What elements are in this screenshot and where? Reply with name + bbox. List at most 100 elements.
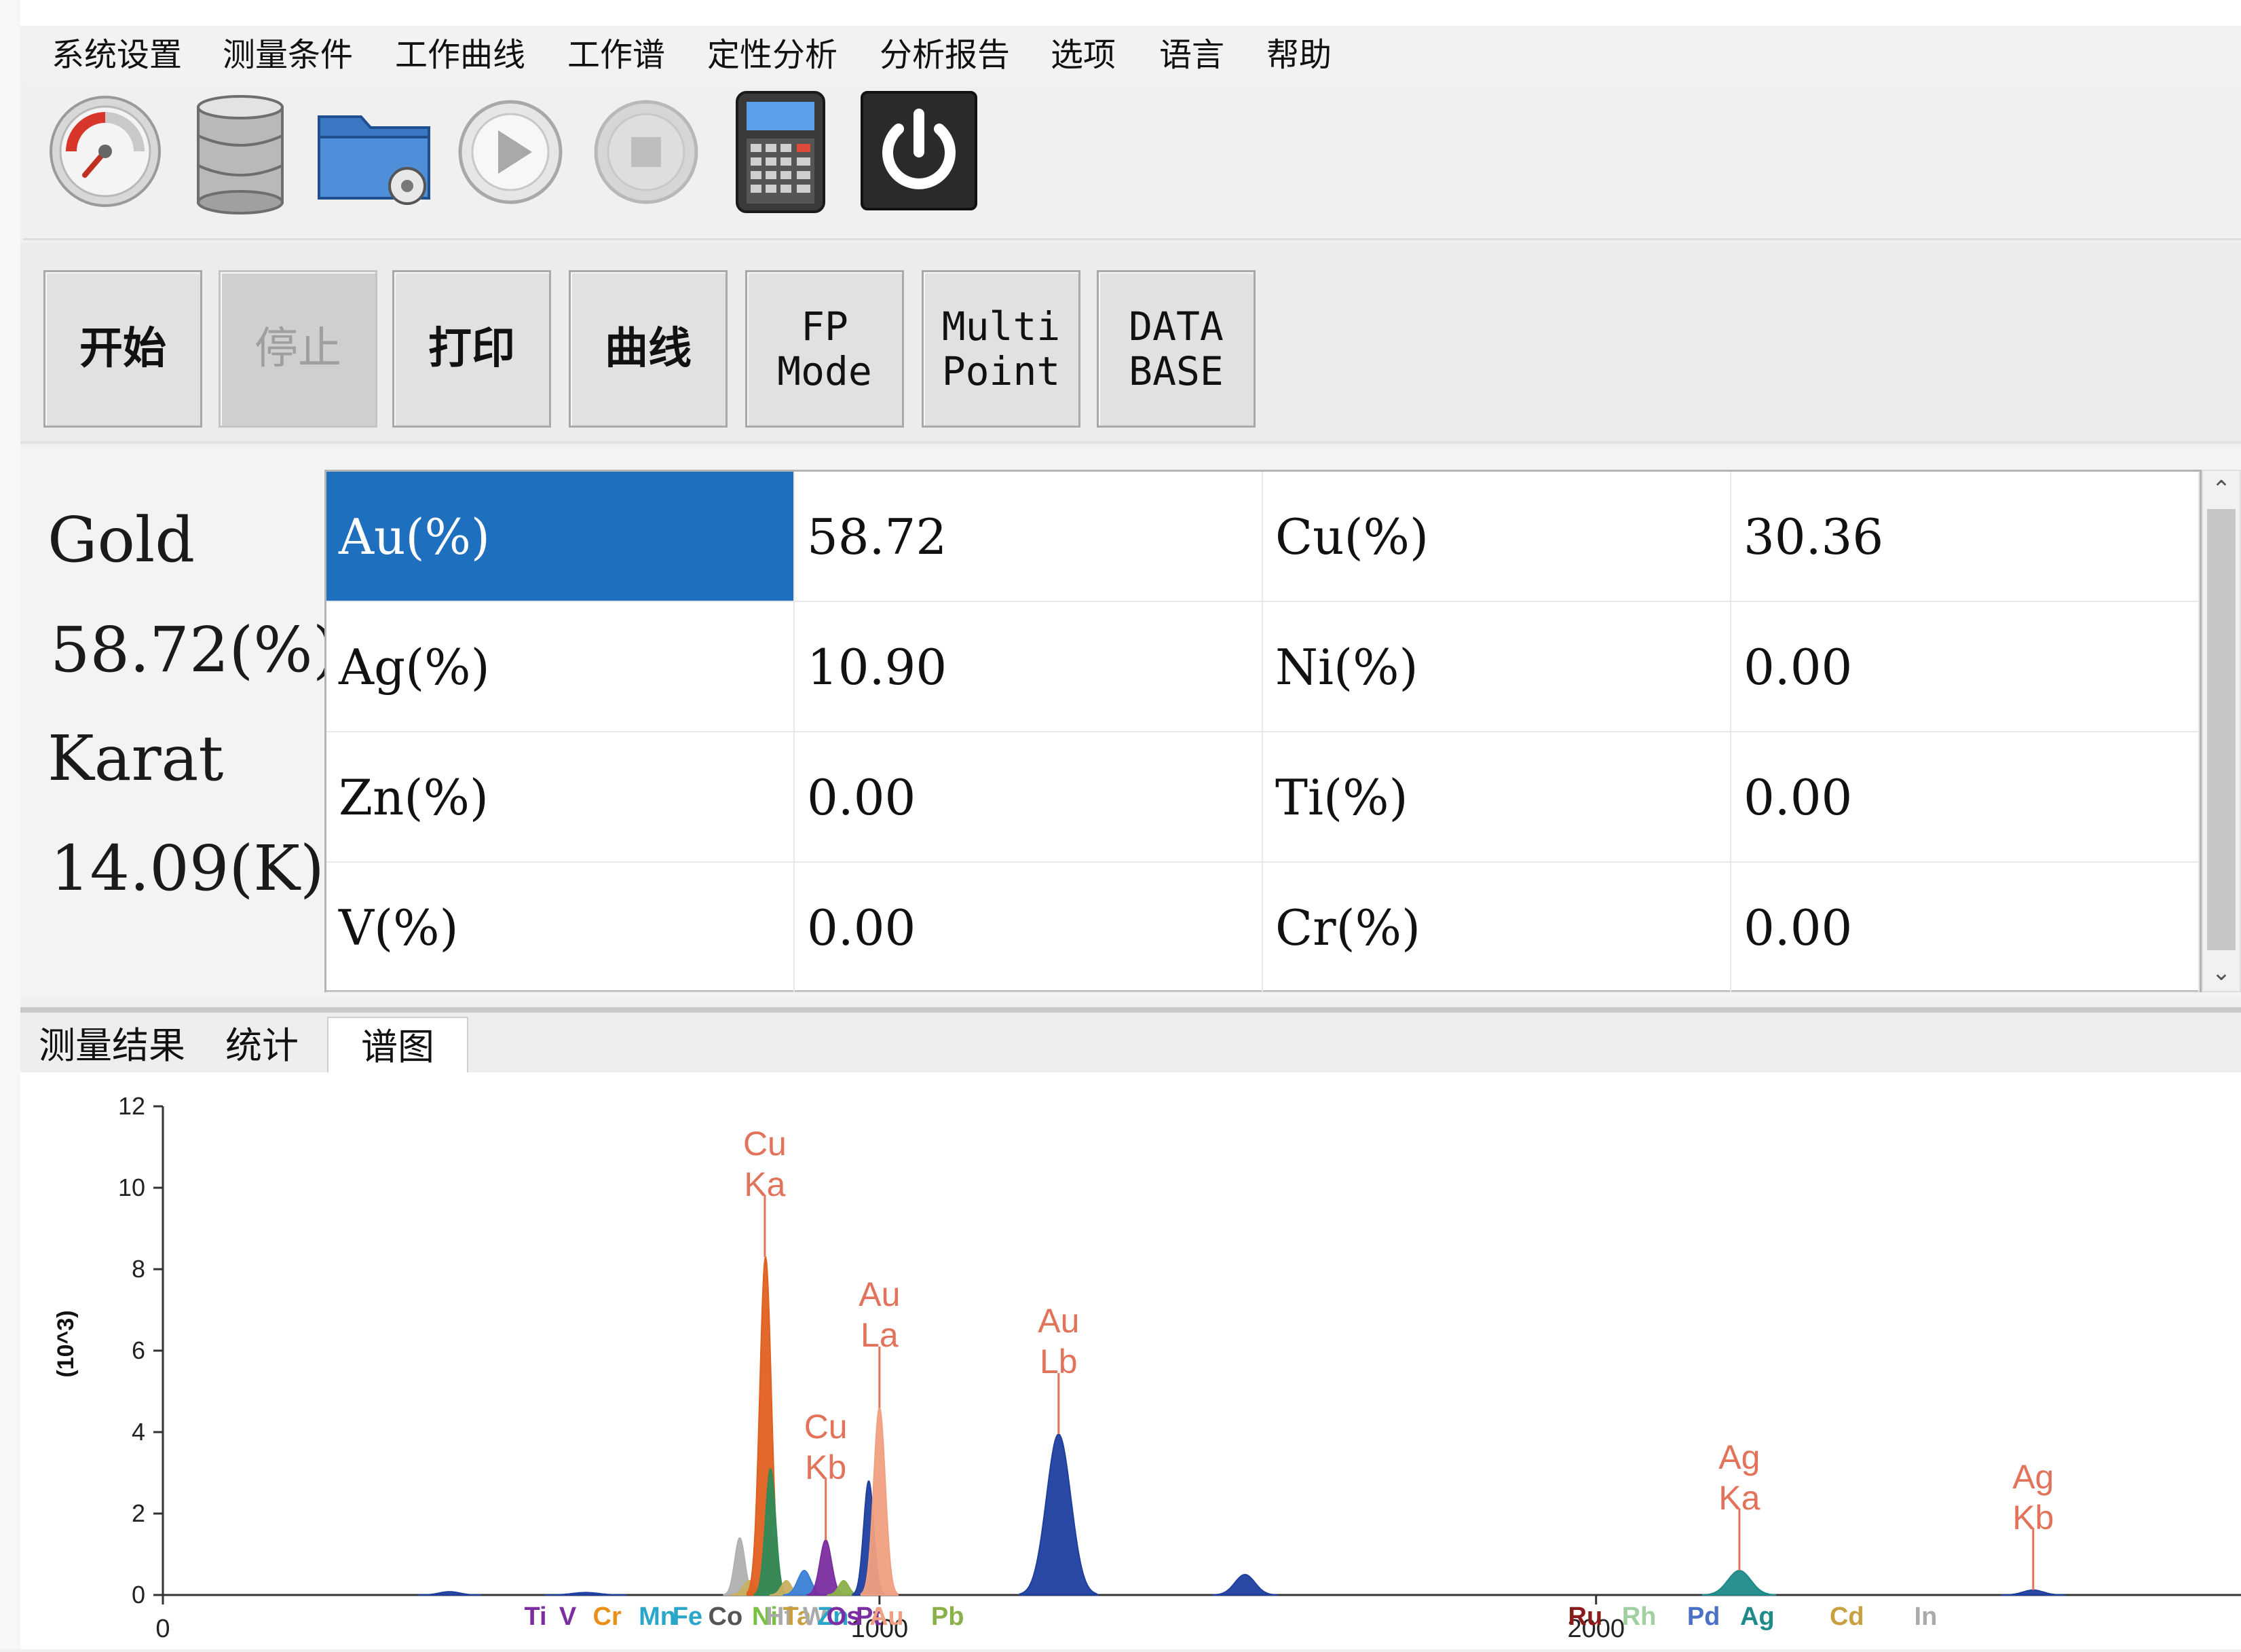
curve-button-label: 曲线 bbox=[605, 323, 692, 374]
database-line2: BASE bbox=[1129, 348, 1224, 394]
fp-mode-button[interactable]: FP Mode bbox=[745, 270, 904, 428]
peak-label: Ka bbox=[1718, 1479, 1760, 1517]
menu-analysis-report[interactable]: 分析报告 bbox=[880, 31, 1010, 79]
spectrum-peak bbox=[1701, 1569, 1777, 1596]
scroll-up-arrow-icon[interactable]: ⌃ bbox=[2203, 471, 2240, 508]
grid-cell[interactable]: 0.00 bbox=[1731, 863, 2200, 993]
calculator-icon[interactable] bbox=[733, 90, 828, 214]
menu-work-curve[interactable]: 工作曲线 bbox=[395, 31, 525, 79]
stop-button[interactable]: 停止 bbox=[219, 270, 377, 428]
grid-cell[interactable]: 0.00 bbox=[795, 863, 1263, 993]
power-icon[interactable] bbox=[859, 90, 979, 212]
element-marker: V bbox=[559, 1602, 577, 1631]
element-marker: Ru bbox=[1568, 1602, 1603, 1631]
multi-point-line1: Multi bbox=[941, 303, 1061, 350]
peak-label: Au bbox=[1038, 1302, 1079, 1340]
speedometer-icon[interactable] bbox=[48, 94, 163, 209]
grid-cell[interactable]: 10.90 bbox=[795, 602, 1263, 732]
tab-spectrum[interactable]: 谱图 bbox=[327, 1017, 468, 1075]
y-tick-label: 2 bbox=[132, 1499, 145, 1527]
database-icon[interactable] bbox=[193, 94, 288, 216]
multi-point-button[interactable]: Multi Point bbox=[922, 270, 1080, 428]
spectrum-chart-area: 0 2 4 6 8 10 12 0 1000 2000 (10^3) Cu Ka Cu Kb Au La Au Lb… bbox=[20, 1072, 2241, 1649]
window-top-edge bbox=[0, 0, 2241, 26]
peak-label: Kb bbox=[805, 1448, 846, 1486]
element-marker: Cd bbox=[1830, 1602, 1864, 1631]
peak-label: Ag bbox=[2012, 1458, 2054, 1496]
y-tick-label: 12 bbox=[118, 1092, 145, 1120]
y-axis-label: (10^3) bbox=[53, 1310, 79, 1377]
multi-point-line2: Point bbox=[941, 348, 1061, 394]
toolbar bbox=[23, 84, 2241, 240]
grid-cell[interactable]: 0.00 bbox=[795, 732, 1263, 863]
grid-cell[interactable]: 30.36 bbox=[1731, 472, 2200, 602]
scroll-down-arrow-icon[interactable]: ⌄ bbox=[2203, 954, 2240, 991]
element-marker: Ti bbox=[525, 1602, 547, 1631]
spectrum-peak bbox=[1211, 1573, 1278, 1596]
results-grid: Au(%) 58.72 Cu(%) 30.36 Ag(%) 10.90 Ni(%… bbox=[324, 470, 2202, 993]
element-marker: Rh bbox=[1622, 1602, 1657, 1631]
play-icon[interactable] bbox=[456, 98, 565, 206]
element-marker: Mn bbox=[639, 1602, 676, 1631]
element-marker: Au bbox=[869, 1602, 904, 1631]
y-tick-label: 0 bbox=[132, 1581, 145, 1609]
menu-help[interactable]: 帮助 bbox=[1266, 31, 1332, 79]
element-marker: Fe bbox=[673, 1602, 702, 1631]
fp-mode-line1: FP bbox=[801, 303, 848, 350]
database-button[interactable]: DATA BASE bbox=[1097, 270, 1256, 428]
start-button[interactable]: 开始 bbox=[43, 270, 202, 428]
start-button-label: 开始 bbox=[79, 323, 166, 374]
peak-label: Ag bbox=[1718, 1438, 1760, 1476]
karat-label: Karat bbox=[48, 722, 224, 795]
window-left-edge bbox=[0, 0, 20, 1649]
element-marker: Cr bbox=[593, 1602, 622, 1631]
stop-button-label: 停止 bbox=[255, 324, 341, 374]
print-button[interactable]: 打印 bbox=[392, 270, 551, 428]
element-marker: Pd bbox=[1687, 1602, 1720, 1631]
element-name: Gold bbox=[48, 504, 195, 576]
grid-cell[interactable]: V(%) bbox=[326, 863, 795, 993]
tab-measurement-results[interactable]: 测量结果 bbox=[27, 1017, 197, 1075]
y-tick-label: 4 bbox=[132, 1418, 145, 1446]
folder-settings-icon[interactable] bbox=[314, 96, 436, 212]
scroll-thumb[interactable] bbox=[2207, 509, 2236, 950]
element-marker: Pb bbox=[931, 1602, 964, 1631]
grid-cell[interactable]: Ti(%) bbox=[1263, 732, 1731, 863]
grid-cell[interactable]: 58.72 bbox=[795, 472, 1263, 602]
karat-value: 14.09(K) bbox=[50, 832, 324, 905]
fp-mode-line2: Mode bbox=[777, 348, 872, 394]
menu-qualitative-analysis[interactable]: 定性分析 bbox=[707, 31, 837, 79]
gold-percent: 58.72(%) bbox=[50, 614, 337, 686]
grid-cell[interactable]: Au(%) bbox=[326, 472, 795, 602]
peak-label: Au bbox=[859, 1275, 900, 1313]
y-tick-label: 6 bbox=[132, 1336, 145, 1364]
grid-cell[interactable]: Zn(%) bbox=[326, 732, 795, 863]
grid-cell[interactable]: Ag(%) bbox=[326, 602, 795, 732]
stop-icon[interactable] bbox=[592, 98, 700, 206]
grid-cell[interactable]: 0.00 bbox=[1731, 602, 2200, 732]
peak-label: Lb bbox=[1040, 1343, 1078, 1381]
print-button-label: 打印 bbox=[428, 323, 515, 374]
spectrum-peak bbox=[417, 1591, 482, 1596]
tab-statistics[interactable]: 统计 bbox=[198, 1017, 326, 1075]
menu-measure-conditions[interactable]: 测量条件 bbox=[223, 31, 353, 79]
grid-cell[interactable]: Cu(%) bbox=[1263, 472, 1731, 602]
curve-button[interactable]: 曲线 bbox=[569, 270, 728, 428]
menu-options[interactable]: 选项 bbox=[1051, 31, 1116, 79]
x-tick-label: 0 bbox=[155, 1615, 170, 1643]
spectrum-peak bbox=[1019, 1433, 1099, 1596]
results-scrollbar[interactable]: ⌃ ⌄ bbox=[2202, 470, 2241, 992]
grid-cell[interactable]: 0.00 bbox=[1731, 732, 2200, 863]
menu-language[interactable]: 语言 bbox=[1159, 31, 1224, 79]
menu-system-settings[interactable]: 系统设置 bbox=[52, 31, 182, 79]
menu-work-spectrum[interactable]: 工作谱 bbox=[567, 31, 665, 79]
grid-cell[interactable]: Ni(%) bbox=[1263, 602, 1731, 732]
peak-label: Cu bbox=[743, 1125, 787, 1163]
element-marker: In bbox=[1915, 1602, 1938, 1631]
peak-label: Kb bbox=[2012, 1499, 2054, 1537]
grid-cell[interactable]: Cr(%) bbox=[1263, 863, 1731, 993]
spectrum-peak bbox=[544, 1592, 627, 1596]
menu-bar: 系统设置 测量条件 工作曲线 工作谱 定性分析 分析报告 选项 语言 帮助 bbox=[23, 26, 2241, 84]
y-tick-label: 8 bbox=[132, 1255, 145, 1283]
tab-bar: 测量结果 统计 谱图 bbox=[20, 1007, 2241, 1075]
